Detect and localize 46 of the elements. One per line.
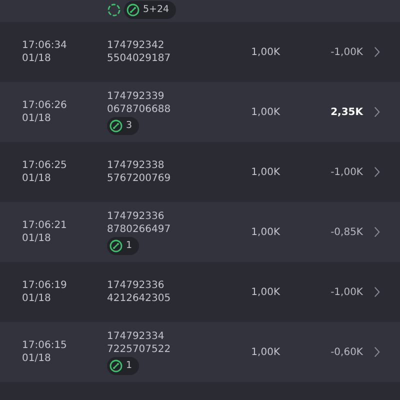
id-text: 174792336: [107, 279, 164, 292]
amount-text: 1,00K: [250, 346, 280, 358]
link-count-badge: 3: [107, 116, 140, 134]
result-text: -0,60K: [330, 346, 363, 358]
id-text: 7225707522: [107, 342, 171, 356]
id-text: 174792338: [107, 159, 164, 172]
id-text: 5767200769: [107, 172, 171, 185]
link-count-badge: 1: [107, 236, 140, 254]
transaction-row[interactable]: 17:06:34 01/18 174792342 5504029187 1,00K -1,00K: [0, 22, 400, 82]
id-text: 4212642305: [107, 292, 171, 305]
result-text: -1,00K: [330, 286, 363, 298]
amount-text: 1,00K: [250, 286, 280, 298]
time-text: 17:06:34: [22, 39, 68, 52]
time-text: 17:06:26: [22, 99, 68, 112]
transaction-row[interactable]: 17:06:21 01/18 174792336 8780266497 1 1,00K -0,85K: [0, 202, 400, 262]
time-text: 17:06:19: [22, 279, 68, 292]
link-count-badge: 1: [107, 356, 140, 374]
id-text: 0678706688: [107, 102, 171, 116]
date-text: 01/18: [22, 172, 52, 185]
amount-text: 1,00K: [250, 166, 280, 178]
transaction-row[interactable]: 17:06:19 01/18 174792336 4212642305 1,00K -1,00K: [0, 262, 400, 322]
date-text: 01/18: [22, 112, 52, 125]
result-text: 2,35K: [330, 106, 363, 118]
transaction-row[interactable]: 17:06:26 01/18 174792339 0678706688 3 1,00K 2,35K: [0, 82, 400, 142]
date-text: 01/18: [22, 52, 52, 65]
time-text: 17:06:21: [22, 219, 68, 232]
result-text: -1,00K: [330, 46, 363, 58]
id-text: 174792342: [107, 39, 164, 52]
amount-text: 1,00K: [250, 226, 280, 238]
date-text: 01/18: [22, 232, 52, 245]
amount-text: 1,00K: [250, 106, 280, 118]
date-text: 01/18: [22, 292, 52, 305]
date-text: 01/18: [22, 352, 52, 365]
link-count-badge: 5+24: [124, 1, 176, 19]
transaction-row[interactable]: 17:06:15 01/18 174792334 7225707522 1 1,00K -0,60K: [0, 322, 400, 382]
result-text: -0,85K: [330, 226, 363, 238]
id-text: 174792339: [107, 90, 164, 102]
id-text: 8780266497: [107, 222, 171, 236]
id-text: 5504029187: [107, 52, 171, 65]
time-text: 17:06:25: [22, 159, 68, 172]
transaction-row[interactable]: 17:06:25 01/18 174792338 5767200769 1,00K -1,00K: [0, 142, 400, 202]
time-text: 17:06:15: [22, 339, 68, 352]
id-text: 174792334: [107, 330, 164, 342]
amount-text: 1,00K: [250, 46, 280, 58]
result-text: -1,00K: [330, 166, 363, 178]
id-text: 174792336: [107, 210, 164, 222]
